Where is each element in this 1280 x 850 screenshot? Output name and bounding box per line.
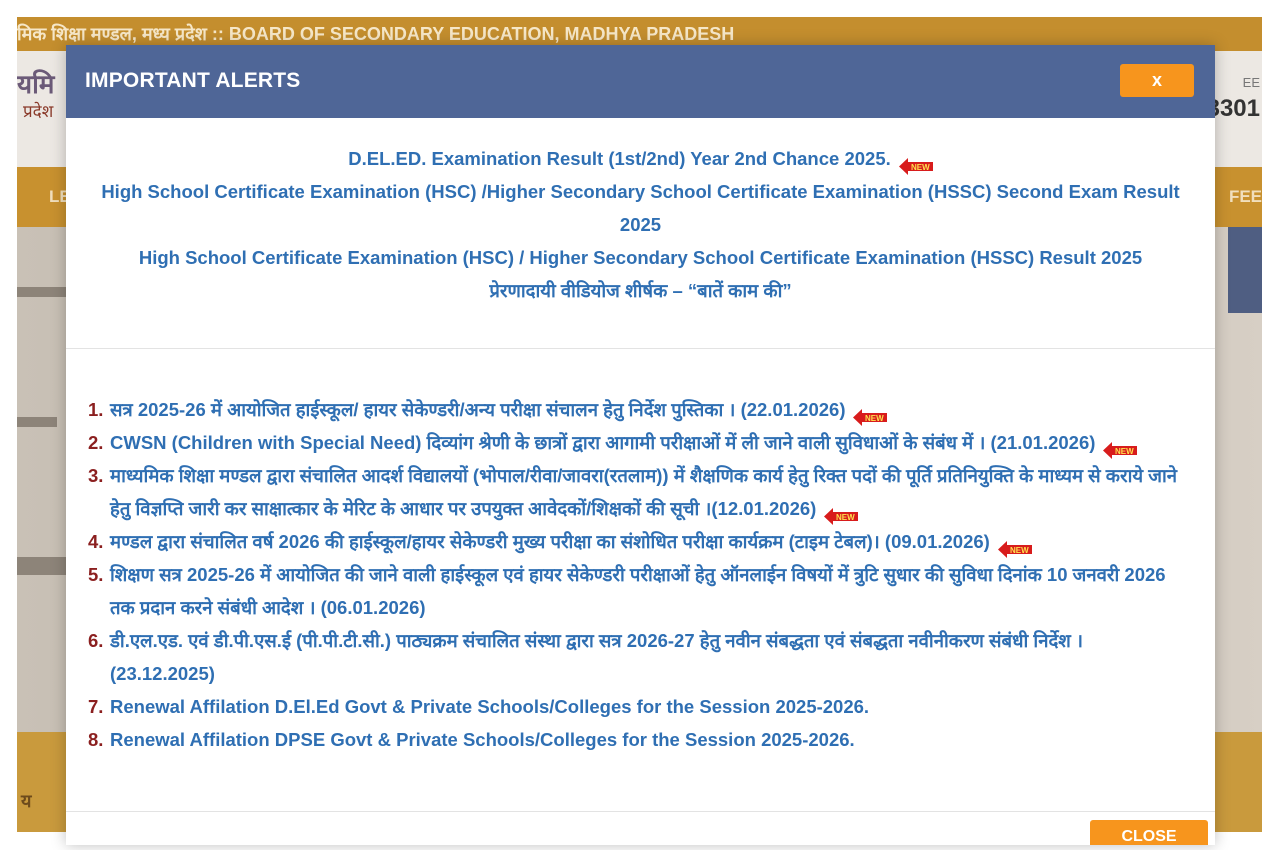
modal-title: IMPORTANT ALERTS xyxy=(85,69,301,92)
list-item-number: 5. xyxy=(88,564,104,585)
new-badge-text: NEW xyxy=(1115,447,1134,456)
modal-header: IMPORTANT ALERTS x xyxy=(66,45,1215,118)
new-badge-icon: NEW xyxy=(1103,436,1138,459)
new-badge-icon: NEW xyxy=(853,403,888,426)
list-item-number: 8. xyxy=(88,729,104,750)
alert-link-text: मण्डल द्वारा संचालित वर्ष 2026 की हाईस्क… xyxy=(110,531,990,552)
list-item: 3. माध्यमिक शिक्षा मण्डल द्वारा संचालित आ… xyxy=(88,459,1188,525)
featured-link-hsc-hssc-second-exam[interactable]: High School Certificate Examination (HSC… xyxy=(96,175,1185,241)
alert-link-text: CWSN (Children with Special Need) दिव्या… xyxy=(110,432,1096,453)
new-badge-icon: NEW xyxy=(997,535,1032,558)
featured-link-videos[interactable]: प्रेरणादायी वीडियोज शीर्षक – “बातें काम … xyxy=(96,274,1185,307)
modal-divider xyxy=(66,348,1215,349)
alert-link-text: सत्र 2025-26 में आयोजित हाईस्कूल/ हायर स… xyxy=(110,399,846,420)
important-alerts-modal: IMPORTANT ALERTS x D.EL.ED. Examination … xyxy=(66,45,1215,845)
alert-link[interactable]: Renewal Affilation DPSE Govt & Private S… xyxy=(110,729,855,750)
list-item: 8. Renewal Affilation DPSE Govt & Private… xyxy=(88,723,1188,756)
alert-link[interactable]: मण्डल द्वारा संचालित वर्ष 2026 की हाईस्क… xyxy=(110,531,990,552)
list-item-number: 6. xyxy=(88,630,104,651)
list-item: 2. CWSN (Children with Special Need) दिव्… xyxy=(88,426,1188,459)
hero-decoration xyxy=(17,417,57,427)
site-logo-text: यमि xyxy=(17,69,55,99)
list-item-number: 4. xyxy=(88,531,104,552)
alerts-list: 1. सत्र 2025-26 में आयोजित हाईस्कूल/ हायर… xyxy=(88,393,1188,756)
list-item: 6. डी.एल.एड. एवं डी.पी.एस.ई (पी.पी.टी.सी.… xyxy=(88,624,1188,690)
nav-item-fee[interactable]: FEE xyxy=(1229,187,1262,207)
new-badge-text: NEW xyxy=(1010,546,1029,555)
close-button[interactable]: x xyxy=(1120,64,1194,97)
link-text: D.EL.ED. Examination Result (1st/2nd) Ye… xyxy=(348,148,891,169)
new-badge-text: NEW xyxy=(865,414,884,423)
featured-link-deled-result[interactable]: D.EL.ED. Examination Result (1st/2nd) Ye… xyxy=(96,142,1185,175)
header-right-label: EE xyxy=(1242,75,1260,90)
list-item-number: 2. xyxy=(88,432,104,453)
list-item: 7. Renewal Affilation D.El.Ed Govt & Priv… xyxy=(88,690,1188,723)
alert-link[interactable]: CWSN (Children with Special Need) दिव्या… xyxy=(110,432,1095,453)
new-badge-icon: NEW xyxy=(898,152,933,175)
list-item-number: 7. xyxy=(88,696,104,717)
list-item: 5. शिक्षण सत्र 2025-26 में आयोजित की जाने… xyxy=(88,558,1188,624)
site-logo-subtext: प्रदेश xyxy=(23,102,54,121)
list-item: 4. मण्डल द्वारा संचालित वर्ष 2026 की हाईस… xyxy=(88,525,1188,558)
alert-link[interactable]: माध्यमिक शिक्षा मण्डल द्वारा संचालित आदर… xyxy=(110,465,1177,519)
alert-link[interactable]: डी.एल.एड. एवं डी.पी.एस.ई (पी.पी.टी.सी.) … xyxy=(110,630,1083,684)
list-item: 1. सत्र 2025-26 में आयोजित हाईस्कूल/ हायर… xyxy=(88,393,1188,426)
new-badge-text: NEW xyxy=(836,513,855,522)
hero-side-box xyxy=(1228,227,1262,313)
featured-link-hsc-hssc-result[interactable]: High School Certificate Examination (HSC… xyxy=(96,241,1185,274)
alert-link[interactable]: सत्र 2025-26 में आयोजित हाईस्कूल/ हायर स… xyxy=(110,399,845,420)
alert-link[interactable]: Renewal Affilation D.El.Ed Govt & Privat… xyxy=(110,696,869,717)
modal-footer-divider xyxy=(66,811,1215,812)
list-item-number: 3. xyxy=(88,465,104,486)
alert-link-text: माध्यमिक शिक्षा मण्डल द्वारा संचालित आदर… xyxy=(110,465,1178,519)
list-item-number: 1. xyxy=(88,399,104,420)
footer-close-button[interactable]: CLOSE xyxy=(1090,820,1208,845)
alert-link[interactable]: शिक्षण सत्र 2025-26 में आयोजित की जाने व… xyxy=(110,564,1166,618)
new-badge-icon: NEW xyxy=(824,502,859,525)
hero-decoration xyxy=(17,557,67,575)
new-badge-text: NEW xyxy=(911,163,930,172)
footer-text: य xyxy=(21,791,32,811)
site-topbar-text: मिक शिक्षा मण्डल, मध्य प्रदेश :: BOARD O… xyxy=(17,24,735,44)
featured-links: D.EL.ED. Examination Result (1st/2nd) Ye… xyxy=(66,118,1215,307)
